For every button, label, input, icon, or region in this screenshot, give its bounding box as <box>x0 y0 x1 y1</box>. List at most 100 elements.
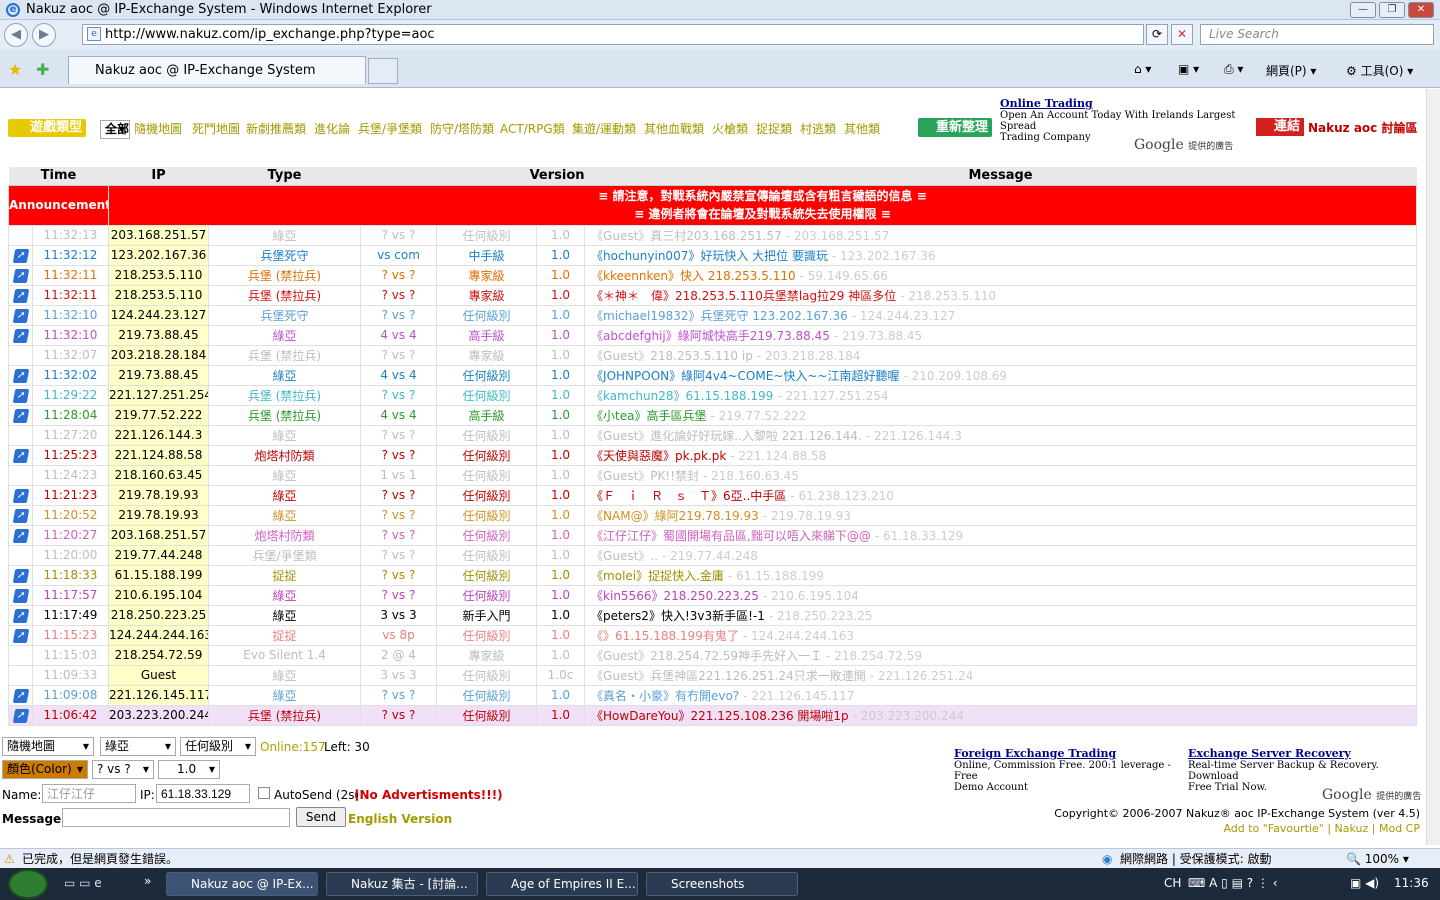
join-icon[interactable]: ➚ <box>12 289 29 303</box>
message-input[interactable] <box>62 808 290 827</box>
color-select[interactable]: 顏色(Color) <box>2 760 88 779</box>
table-row[interactable]: ➚ 11:32:11 218.253.5.110 兵堡 (禁拉兵)? vs ? 專家級 1… <box>8 264 1418 286</box>
feeds-icon[interactable]: ▣ ▾ <box>1178 62 1199 76</box>
nakuz-link[interactable]: Nakuz <box>1335 822 1369 835</box>
table-row[interactable]: 11:15:03 218.254.72.59 Evo Silent 1.4 2 @ 4… <box>8 644 1418 666</box>
join-icon[interactable]: ➚ <box>12 489 29 503</box>
add-favorites-icon[interactable]: ✚ <box>36 60 49 79</box>
join-icon[interactable]: ➚ <box>12 509 29 523</box>
category-link[interactable]: 其他血戰類 <box>644 120 704 137</box>
join-icon[interactable]: ➚ <box>12 449 29 463</box>
join-icon[interactable]: ➚ <box>12 709 29 723</box>
favourite-link[interactable]: Add to "Favourtie" <box>1223 822 1323 835</box>
english-version-link[interactable]: English Version <box>348 812 452 826</box>
task-screenshots[interactable]: Screenshots <box>646 872 798 896</box>
stop-button[interactable]: ✕ <box>1171 24 1193 45</box>
name-input[interactable] <box>42 784 136 803</box>
task-ie-forum[interactable]: Nakuz 集古 - [討論... <box>326 872 478 896</box>
table-row[interactable]: 11:27:20 221.126.144.3 綠亞? vs ? 任何級別 1.0 《Gue… <box>8 424 1418 446</box>
new-tab-button[interactable] <box>368 58 398 84</box>
join-icon[interactable]: ➚ <box>12 389 29 403</box>
table-row[interactable]: ➚ 11:28:04 219.77.52.222 兵堡 (禁拉兵) 4 vs 4 高手級 1… <box>8 404 1418 426</box>
category-link[interactable]: 隨機地圖 <box>134 120 182 137</box>
table-row[interactable]: ➚ 11:29:22 221.127.251.254 兵堡 (禁拉兵)? vs ? 任何… <box>8 384 1418 406</box>
forum-link[interactable]: Nakuz aoc 討論區 <box>1308 119 1417 136</box>
tray-network-icon[interactable]: ▣ ◀) <box>1350 876 1379 890</box>
table-row[interactable]: ➚ 11:17:57 210.6.195.104 綠亞? vs ? 任何級別 1.0 《ki… <box>8 584 1418 606</box>
join-icon[interactable]: ➚ <box>12 569 29 583</box>
refresh-list-button[interactable]: 重新整理 <box>918 118 993 137</box>
table-row[interactable]: ➚ 11:21:23 219.78.19.93 綠亞? vs ? 任何級別 1.0 《Ｆ ｉ… <box>8 484 1418 506</box>
send-button[interactable]: Send <box>296 807 346 827</box>
table-row[interactable]: ➚ 11:32:02 219.73.88.45 綠亞 4 vs 4 任何級別 1.0 《JOH… <box>8 364 1418 386</box>
table-row[interactable]: ➚ 11:20:52 219.78.19.93 綠亞? vs ? 任何級別 1.0 《NAM… <box>8 504 1418 526</box>
ad-title-link[interactable]: Exchange Server Recovery <box>1188 747 1418 760</box>
category-link[interactable]: 其他類 <box>844 120 880 137</box>
join-icon[interactable]: ➚ <box>12 589 29 603</box>
category-link[interactable]: 兵堡/爭堡類 <box>358 120 422 137</box>
tray-icons[interactable]: ⌨ A ▯ ▤ ? ⋮ ‹ <box>1188 876 1278 890</box>
ip-input[interactable] <box>156 784 250 803</box>
quicklaunch-expand-icon[interactable]: » <box>144 874 151 888</box>
print-icon[interactable]: ⎙ ▾ <box>1224 62 1243 77</box>
favorites-star-icon[interactable]: ★ <box>8 60 22 79</box>
join-icon[interactable]: ➚ <box>12 609 29 623</box>
table-row[interactable]: ➚ 11:20:27 203.168.251.57 炮塔村防類? vs ? 任何級別 1.… <box>8 524 1418 546</box>
close-button[interactable]: ✕ <box>1408 2 1434 18</box>
autosend-checkbox[interactable] <box>258 787 270 799</box>
join-icon[interactable]: ➚ <box>12 629 29 643</box>
map-select[interactable]: 隨機地圖 <box>2 737 94 756</box>
civ-select[interactable]: 綠亞 <box>100 737 176 756</box>
category-link[interactable]: 死鬥地圖 <box>192 120 240 137</box>
home-icon[interactable]: ⌂ ▾ <box>1134 62 1151 76</box>
join-icon[interactable]: ➚ <box>12 249 29 263</box>
zoom-level[interactable]: 🔍 100% ▾ <box>1346 849 1409 869</box>
tools-menu[interactable]: ⚙ 工具(O) ▾ <box>1346 62 1413 79</box>
table-row[interactable]: 11:32:13 203.168.251.57 綠亞? vs ? 任何級別 1.0 《Gu… <box>8 224 1418 246</box>
refresh-button[interactable]: ⟳ <box>1146 24 1168 45</box>
tab-active[interactable]: Nakuz aoc @ IP-Exchange System <box>68 56 366 84</box>
table-row[interactable]: ➚ 11:15:23 124.244.244.163 捉捉 vs 8p 任何級別 1.0 《》… <box>8 624 1418 646</box>
vs-select[interactable]: ? vs ? <box>92 760 154 779</box>
join-icon[interactable]: ➚ <box>12 329 29 343</box>
category-link[interactable]: 火槍類 <box>712 120 748 137</box>
task-aoe[interactable]: Age of Empires II E... <box>486 872 638 896</box>
table-row[interactable]: ➚ 11:32:11 218.253.5.110 兵堡 (禁拉兵)? vs ? 專家級 1… <box>8 284 1418 306</box>
level-select[interactable]: 任何級別 <box>180 737 256 756</box>
category-link[interactable]: 村逃類 <box>800 120 836 137</box>
join-icon[interactable]: ➚ <box>12 529 29 543</box>
table-row[interactable]: ➚ 11:32:10 219.73.88.45 綠亞 4 vs 4 高手級 1.0 《abcd… <box>8 324 1418 346</box>
task-ie-nakuz[interactable]: Nakuz aoc @ IP-Ex... <box>166 872 318 896</box>
table-row[interactable]: ➚ 11:25:23 221.124.88.58 炮塔村防類? vs ? 任何級別 1.0… <box>8 444 1418 466</box>
start-button[interactable] <box>8 869 48 899</box>
forward-button[interactable]: ▶ <box>32 23 56 47</box>
vertical-scrollbar[interactable] <box>1426 89 1440 845</box>
modcp-link[interactable]: Mod CP <box>1379 822 1420 835</box>
table-row[interactable]: ➚ 11:09:08 221.126.145.117 綠亞? vs ? 任何級別 1.0 《… <box>8 684 1418 706</box>
table-row[interactable]: ➚ 11:32:12 123.202.167.36 兵堡死守 vs com 中手級 1.0 《… <box>8 244 1418 266</box>
table-row[interactable]: 11:32:07 203.218.28.184 兵堡 (禁拉兵)? vs ? 專家級 1… <box>8 344 1418 366</box>
category-link[interactable]: ACT/RPG類 <box>500 120 565 137</box>
join-icon[interactable]: ➚ <box>12 309 29 323</box>
table-row[interactable]: ➚ 11:06:42 203.223.200.244 兵堡 (禁拉兵)? vs ? 任何… <box>8 704 1418 726</box>
category-link[interactable]: 防守/塔防類 <box>430 120 494 137</box>
category-link[interactable]: 進化論 <box>314 120 350 137</box>
category-link[interactable]: 集遊/運動類 <box>572 120 636 137</box>
search-input[interactable]: Live Search <box>1200 24 1434 45</box>
back-button[interactable]: ◀ <box>4 23 28 47</box>
version-select[interactable]: 1.0 <box>158 760 220 779</box>
category-link[interactable]: 全部 <box>100 120 131 139</box>
join-icon[interactable]: ➚ <box>12 369 29 383</box>
page-menu[interactable]: 網頁(P) ▾ <box>1266 62 1316 79</box>
ad-title-link[interactable]: Foreign Exchange Trading <box>954 747 1174 760</box>
table-row[interactable]: ➚ 11:18:33 61.15.188.199 捉捉? vs ? 任何級別 1.0 《mo… <box>8 564 1418 586</box>
ad-title-link[interactable]: Online Trading <box>1000 97 1240 110</box>
quicklaunch-icons[interactable]: ▭ ▭ e <box>64 876 102 890</box>
address-bar[interactable]: e http://www.nakuz.com/ip_exchange.php?t… <box>82 24 1144 45</box>
category-link[interactable]: 捉捉類 <box>756 120 792 137</box>
maximize-button[interactable]: ❐ <box>1379 2 1405 18</box>
join-icon[interactable]: ➚ <box>12 689 29 703</box>
join-icon[interactable]: ➚ <box>12 409 29 423</box>
category-link[interactable]: 新劇推薦類 <box>246 120 306 137</box>
table-row[interactable]: 11:24:23 218.160.63.45 綠亞 1 vs 1 任何級別 1.0 《Gue… <box>8 464 1418 486</box>
